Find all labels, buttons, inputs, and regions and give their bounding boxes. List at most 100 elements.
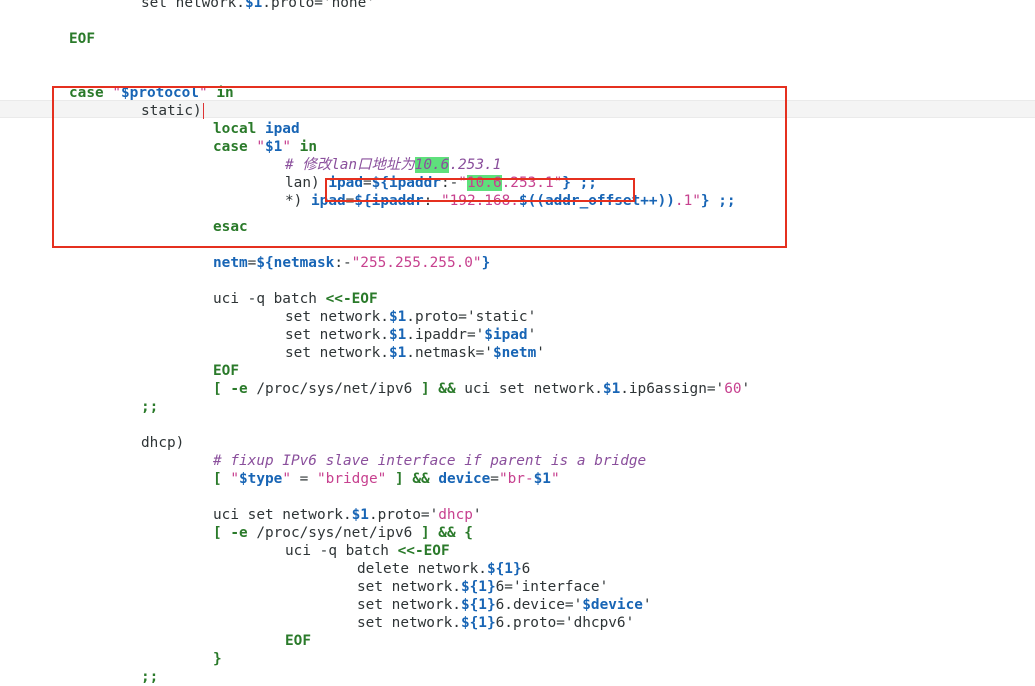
code-token: # 修改lan口地址为 xyxy=(285,157,415,173)
code-token: netm xyxy=(213,255,248,271)
code-token: && xyxy=(438,525,456,541)
code-token: .ip6assign=' xyxy=(620,381,725,397)
code-token: EOF xyxy=(69,31,95,47)
code-token: $1 xyxy=(265,139,283,155)
code-line: case "$1" in xyxy=(213,138,317,156)
code-token: delete network. xyxy=(357,561,487,577)
code-token: [ xyxy=(213,525,231,541)
code-line: [ -e /proc/sys/net/ipv6 ] && uci set net… xyxy=(213,380,750,398)
code-token: .proto='static' xyxy=(406,309,537,325)
code-line: [ "$type" = "bridge" ] && device="br-$1" xyxy=(213,470,560,488)
code-line: set network.$1.proto='none' xyxy=(141,0,375,12)
code-token: " xyxy=(282,139,300,155)
code-token: ${1} xyxy=(460,597,496,613)
code-token: " xyxy=(550,471,560,487)
code-token: ] xyxy=(420,525,430,541)
code-token: && xyxy=(412,471,430,487)
code-token: "br- xyxy=(498,471,534,487)
code-line: # fixup IPv6 slave interface if parent i… xyxy=(213,452,646,470)
code-token: 6 xyxy=(521,561,531,577)
code-token: 10.6 xyxy=(466,175,502,191)
code-token: ${netmask xyxy=(256,255,335,271)
code-token: /proc/sys/net/ipv6 xyxy=(247,381,421,397)
code-token: set network. xyxy=(285,345,389,361)
code-line: ;; xyxy=(141,398,158,416)
code-token: " xyxy=(458,175,467,191)
code-token: $1 xyxy=(388,309,407,325)
code-token: device xyxy=(438,471,491,487)
code-token: $1 xyxy=(533,471,551,487)
code-token: ] xyxy=(386,471,413,487)
code-token: ${1} xyxy=(460,579,496,595)
code-token: dhcp xyxy=(438,507,473,523)
code-line: set network.$1.proto='static' xyxy=(285,308,536,326)
code-token: ipad xyxy=(328,175,363,191)
code-token: "255.255.255.0" xyxy=(351,255,482,271)
code-token: = xyxy=(490,471,499,487)
code-line: set network.$1.ipaddr='$ipad' xyxy=(285,326,536,344)
code-line: set network.${1}6.proto='dhcpv6' xyxy=(357,614,634,632)
code-token: } ;; xyxy=(562,175,597,191)
code-token: ${ipaddr xyxy=(371,175,441,191)
code-token: ' xyxy=(536,345,545,361)
code-token: ] xyxy=(420,381,430,397)
code-token: $1 xyxy=(388,327,407,343)
code-token: ipad xyxy=(311,193,346,209)
code-token: uci -q batch xyxy=(285,543,398,559)
code-line: [ -e /proc/sys/net/ipv6 ] && { xyxy=(213,524,473,542)
code-token: $type xyxy=(239,471,283,487)
code-token: $ipad xyxy=(484,327,528,343)
code-token: [ xyxy=(213,471,231,487)
code-token: static) xyxy=(141,103,202,119)
code-token: ${ipaddr xyxy=(354,193,424,209)
code-token: -e xyxy=(230,525,248,541)
code-token: .253.1 xyxy=(449,157,502,173)
code-line: dhcp) xyxy=(141,434,184,452)
code-token: case xyxy=(69,85,113,101)
code-token: 6.device=' xyxy=(495,597,583,613)
code-token: 10.6 xyxy=(414,157,450,173)
code-token: uci set network. xyxy=(455,381,603,397)
code-token: :- xyxy=(423,193,441,209)
code-token: ;; xyxy=(141,669,159,685)
code-token: $1 xyxy=(602,381,621,397)
code-line: netm=${netmask:-"255.255.255.0"} xyxy=(213,254,490,272)
code-token: *) xyxy=(285,193,311,209)
code-token: " xyxy=(256,139,265,155)
code-editor[interactable]: set network.$1.proto='none' EOF case "$pro… xyxy=(0,0,1035,686)
code-token: in xyxy=(299,139,317,155)
code-token: } ;; xyxy=(700,193,736,209)
code-line: uci -q batch <<-EOF xyxy=(213,290,378,308)
code-token: case xyxy=(213,139,257,155)
code-token: lan) xyxy=(285,175,329,191)
code-token: <<-EOF xyxy=(325,291,378,307)
code-token: $protocol xyxy=(121,85,199,101)
text-cursor xyxy=(202,103,204,119)
code-token: /proc/sys/net/ipv6 xyxy=(247,525,421,541)
code-token: .proto=' xyxy=(368,507,439,523)
code-token: .253.1" xyxy=(501,175,563,191)
code-token: :- xyxy=(440,175,459,191)
code-token: $netm xyxy=(492,345,537,361)
code-token: ${1} xyxy=(460,615,496,631)
code-token: :- xyxy=(334,255,352,271)
code-token: ' xyxy=(642,597,652,613)
code-token: set network. xyxy=(357,615,461,631)
code-line: local ipad xyxy=(213,120,300,138)
code-line: set network.$1.netmask='$netm' xyxy=(285,344,545,362)
code-token: ' xyxy=(472,507,482,523)
code-token: " xyxy=(112,85,121,101)
code-token: set network. xyxy=(285,309,389,325)
code-token: uci set network. xyxy=(213,507,352,523)
code-token: ${1} xyxy=(486,561,522,577)
code-line: ;; xyxy=(141,668,158,686)
code-line: case "$protocol" in xyxy=(69,84,234,102)
code-token: } xyxy=(213,651,222,667)
code-line: uci set network.$1.proto='dhcp' xyxy=(213,506,482,524)
code-token: EOF xyxy=(285,633,311,649)
code-token: ;; xyxy=(141,399,159,415)
code-token: set network. xyxy=(357,597,461,613)
